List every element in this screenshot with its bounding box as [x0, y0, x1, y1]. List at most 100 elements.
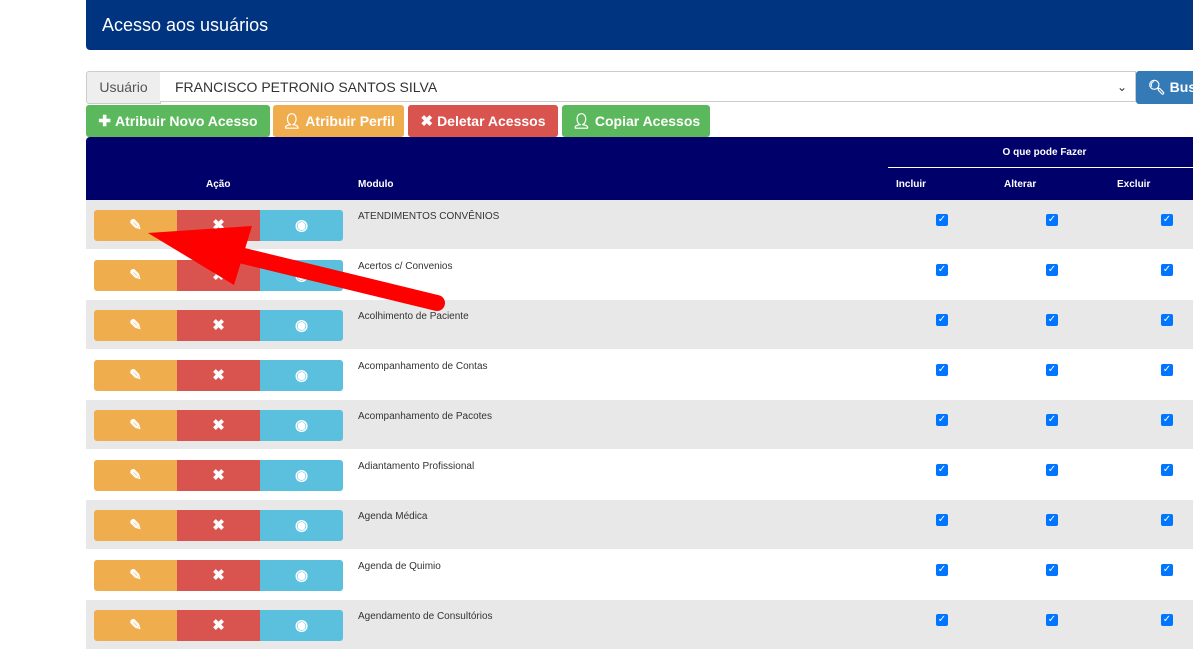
page-header: Acesso aos usuários — [86, 0, 1193, 50]
edit-icon: ✎ — [129, 567, 142, 584]
edit-column-header: Alterar — [1004, 179, 1037, 190]
edit-icon: ✎ — [129, 467, 142, 484]
include-checkbox[interactable]: ✓ — [936, 514, 948, 526]
eye-icon: ◉ — [294, 217, 309, 234]
edit-checkbox[interactable]: ✓ — [1046, 214, 1058, 226]
include-checkbox[interactable]: ✓ — [936, 264, 948, 276]
edit-button[interactable]: ✎ — [94, 260, 177, 291]
remove-button[interactable]: ✖ — [177, 360, 260, 391]
delete-checkbox[interactable]: ✓ — [1161, 564, 1173, 576]
include-checkbox[interactable]: ✓ — [936, 564, 948, 576]
include-column-header: Incluir — [896, 179, 927, 190]
close-icon: ✖ — [212, 417, 225, 434]
assign-profile-button[interactable]: 👤︎ Atribuir Perfil — [273, 105, 404, 137]
module-name: Agenda de Quimio — [358, 561, 441, 572]
edit-button[interactable]: ✎ — [94, 510, 177, 541]
permissions-group-header: O que pode Fazer — [1002, 147, 1087, 158]
delete-checkbox[interactable]: ✓ — [1161, 214, 1173, 226]
row-actions: ✎ ✖ ◉ — [94, 410, 343, 441]
edit-checkbox[interactable]: ✓ — [1046, 614, 1058, 626]
edit-button[interactable]: ✎ — [94, 460, 177, 491]
module-name: Acolhimento de Paciente — [358, 311, 469, 322]
remove-button[interactable]: ✖ — [177, 560, 260, 591]
edit-checkbox[interactable]: ✓ — [1046, 264, 1058, 276]
module-name: Agendamento de Consultórios — [358, 611, 493, 622]
module-name: ATENDIMENTOS CONVÊNIOS — [358, 211, 500, 222]
delete-checkbox[interactable]: ✓ — [1161, 314, 1173, 326]
view-button[interactable]: ◉ — [260, 460, 343, 491]
table-row: ✎ ✖ ◉ Acompanhamento de Contas ✓ ✓ ✓ — [86, 350, 1193, 400]
delete-checkbox[interactable]: ✓ — [1161, 364, 1173, 376]
edit-button[interactable]: ✎ — [94, 310, 177, 341]
include-checkbox[interactable]: ✓ — [936, 364, 948, 376]
remove-button[interactable]: ✖ — [177, 310, 260, 341]
eye-icon: ◉ — [294, 367, 309, 384]
delete-checkbox[interactable]: ✓ — [1161, 464, 1173, 476]
edit-button[interactable]: ✎ — [94, 410, 177, 441]
module-name: Adiantamento Profissional — [358, 461, 475, 472]
delete-checkbox[interactable]: ✓ — [1161, 614, 1173, 626]
assign-new-access-button[interactable]: ✚ Atribuir Novo Acesso — [86, 105, 270, 137]
assign-profile-label: Atribuir Perfil — [305, 113, 395, 129]
edit-checkbox[interactable]: ✓ — [1046, 564, 1058, 576]
view-button[interactable]: ◉ — [260, 610, 343, 641]
user-icon: 👤︎ — [282, 113, 302, 130]
close-icon: ✖ — [212, 467, 225, 484]
user-select-value: FRANCISCO PETRONIO SANTOS SILVA — [175, 79, 438, 95]
delete-access-button[interactable]: ✖ Deletar Acessos — [408, 105, 558, 137]
edit-button[interactable]: ✎ — [94, 610, 177, 641]
view-button[interactable]: ◉ — [260, 410, 343, 441]
table-row: ✎ ✖ ◉ Acompanhamento de Pacotes ✓ ✓ ✓ — [86, 400, 1193, 450]
access-table: O que pode Fazer Ação Modulo Incluir Alt… — [86, 137, 1193, 650]
remove-button[interactable]: ✖ — [177, 260, 260, 291]
header-divider — [888, 167, 1193, 168]
view-button[interactable]: ◉ — [260, 560, 343, 591]
edit-button[interactable]: ✎ — [94, 360, 177, 391]
edit-checkbox[interactable]: ✓ — [1046, 314, 1058, 326]
view-button[interactable]: ◉ — [260, 360, 343, 391]
close-icon: ✖ — [212, 217, 225, 234]
view-button[interactable]: ◉ — [260, 510, 343, 541]
remove-button[interactable]: ✖ — [177, 610, 260, 641]
edit-checkbox[interactable]: ✓ — [1046, 464, 1058, 476]
module-name: Agenda Médica — [358, 511, 428, 522]
table-body: ✎ ✖ ◉ ATENDIMENTOS CONVÊNIOS ✓ ✓ ✓ ✎ ✖ ◉ Acertos c… — [86, 200, 1193, 650]
edit-button[interactable]: ✎ — [94, 560, 177, 591]
remove-button[interactable]: ✖ — [177, 460, 260, 491]
remove-button[interactable]: ✖ — [177, 210, 260, 241]
close-icon: ✖ — [212, 567, 225, 584]
remove-button[interactable]: ✖ — [177, 510, 260, 541]
edit-button[interactable]: ✎ — [94, 210, 177, 241]
delete-checkbox[interactable]: ✓ — [1161, 414, 1173, 426]
plus-icon: ✚ — [98, 113, 111, 130]
action-column-header: Ação — [206, 179, 231, 190]
delete-checkbox[interactable]: ✓ — [1161, 264, 1173, 276]
edit-checkbox[interactable]: ✓ — [1046, 414, 1058, 426]
close-icon: ✖ — [212, 517, 225, 534]
include-checkbox[interactable]: ✓ — [936, 464, 948, 476]
edit-checkbox[interactable]: ✓ — [1046, 364, 1058, 376]
user-label: Usuário — [86, 71, 161, 104]
view-button[interactable]: ◉ — [260, 210, 343, 241]
include-checkbox[interactable]: ✓ — [936, 614, 948, 626]
user-select[interactable]: FRANCISCO PETRONIO SANTOS SILVA ⌄ — [160, 71, 1136, 102]
assign-new-access-label: Atribuir Novo Acesso — [114, 113, 258, 129]
search-button-label: Bus — [1169, 79, 1193, 95]
include-checkbox[interactable]: ✓ — [936, 314, 948, 326]
remove-button[interactable]: ✖ — [177, 410, 260, 441]
close-icon: ✖ — [212, 617, 225, 634]
include-checkbox[interactable]: ✓ — [936, 214, 948, 226]
include-checkbox[interactable]: ✓ — [936, 414, 948, 426]
row-actions: ✎ ✖ ◉ — [94, 460, 343, 491]
delete-checkbox[interactable]: ✓ — [1161, 514, 1173, 526]
table-row: ✎ ✖ ◉ Acolhimento de Paciente ✓ ✓ ✓ — [86, 300, 1193, 350]
view-button[interactable]: ◉ — [260, 260, 343, 291]
table-row: ✎ ✖ ◉ ATENDIMENTOS CONVÊNIOS ✓ ✓ ✓ — [86, 200, 1193, 250]
view-button[interactable]: ◉ — [260, 310, 343, 341]
table-row: ✎ ✖ ◉ Agendamento de Consultórios ✓ ✓ ✓ — [86, 600, 1193, 650]
edit-checkbox[interactable]: ✓ — [1046, 514, 1058, 526]
close-icon: ✖ — [212, 317, 225, 334]
table-row: ✎ ✖ ◉ Adiantamento Profissional ✓ ✓ ✓ — [86, 450, 1193, 500]
copy-access-button[interactable]: 👤︎ Copiar Acessos — [562, 105, 710, 137]
search-button[interactable]: 🔍︎ Bus — [1136, 71, 1193, 104]
